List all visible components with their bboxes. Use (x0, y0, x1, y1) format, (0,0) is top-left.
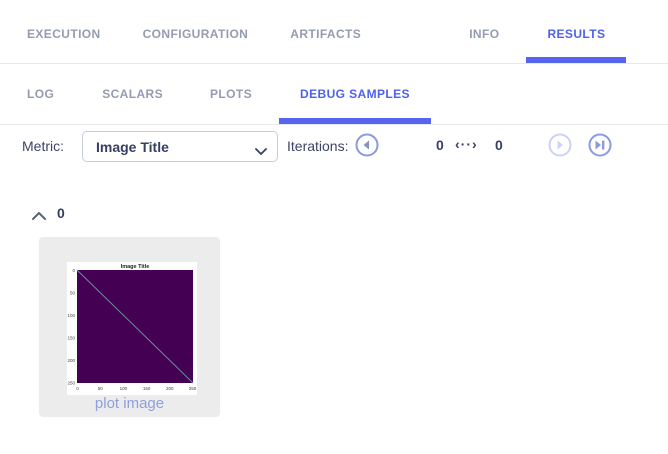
svg-text:250: 250 (67, 381, 75, 386)
svg-text:150: 150 (143, 386, 151, 391)
tab-log[interactable]: LOG (6, 88, 75, 124)
svg-text:100: 100 (120, 386, 128, 391)
plot-title: Image Title (121, 264, 150, 270)
svg-text:150: 150 (67, 336, 75, 341)
tab-results[interactable]: RESULTS (526, 27, 627, 63)
chevron-down-icon (255, 143, 267, 161)
metric-dropdown-value: Image Title (96, 138, 169, 155)
iteration-range-icon: ‹··› (455, 136, 478, 152)
svg-text:100: 100 (67, 313, 75, 318)
primary-tab-bar: EXECUTION CONFIGURATION ARTIFACTS INFO R… (0, 0, 668, 63)
tab-scalars[interactable]: SCALARS (81, 88, 184, 124)
next-iteration-button[interactable] (548, 133, 572, 157)
previous-iteration-button[interactable] (355, 133, 379, 157)
svg-text:50: 50 (70, 291, 76, 296)
debug-sample-card[interactable]: Image Title 0 50 100 150 200 250 0 50 10… (39, 237, 220, 417)
tab-artifacts[interactable]: ARTIFACTS (269, 27, 382, 63)
svg-text:200: 200 (67, 358, 75, 363)
svg-text:250: 250 (189, 386, 197, 391)
metric-dropdown[interactable]: Image Title (82, 131, 278, 162)
skip-to-last-iteration-button[interactable] (588, 133, 612, 157)
debug-samples-toolbar: Metric: Image Title Iterations: 0 ‹··› 0 (0, 125, 668, 201)
iteration-group-header: 0 (0, 203, 668, 237)
tab-debug-samples[interactable]: DEBUG SAMPLES (279, 88, 431, 124)
tab-info[interactable]: INFO (448, 27, 520, 63)
chevron-up-icon[interactable] (31, 209, 47, 221)
tab-execution[interactable]: EXECUTION (6, 27, 122, 63)
tab-configuration[interactable]: CONFIGURATION (122, 27, 270, 63)
svg-text:200: 200 (166, 386, 174, 391)
iteration-from-value: 0 (436, 137, 444, 153)
results-tab-bar: LOG SCALARS PLOTS DEBUG SAMPLES (0, 64, 668, 124)
plot-thumbnail-image[interactable]: Image Title 0 50 100 150 200 250 0 50 10… (67, 262, 197, 395)
iterations-label: Iterations: (287, 138, 349, 154)
sample-caption-link[interactable]: plot image (39, 395, 220, 412)
tab-plots[interactable]: PLOTS (189, 88, 273, 124)
iteration-group-title: 0 (57, 205, 65, 221)
iteration-to-value: 0 (495, 137, 503, 153)
metric-label: Metric: (22, 138, 64, 154)
svg-text:50: 50 (98, 386, 104, 391)
